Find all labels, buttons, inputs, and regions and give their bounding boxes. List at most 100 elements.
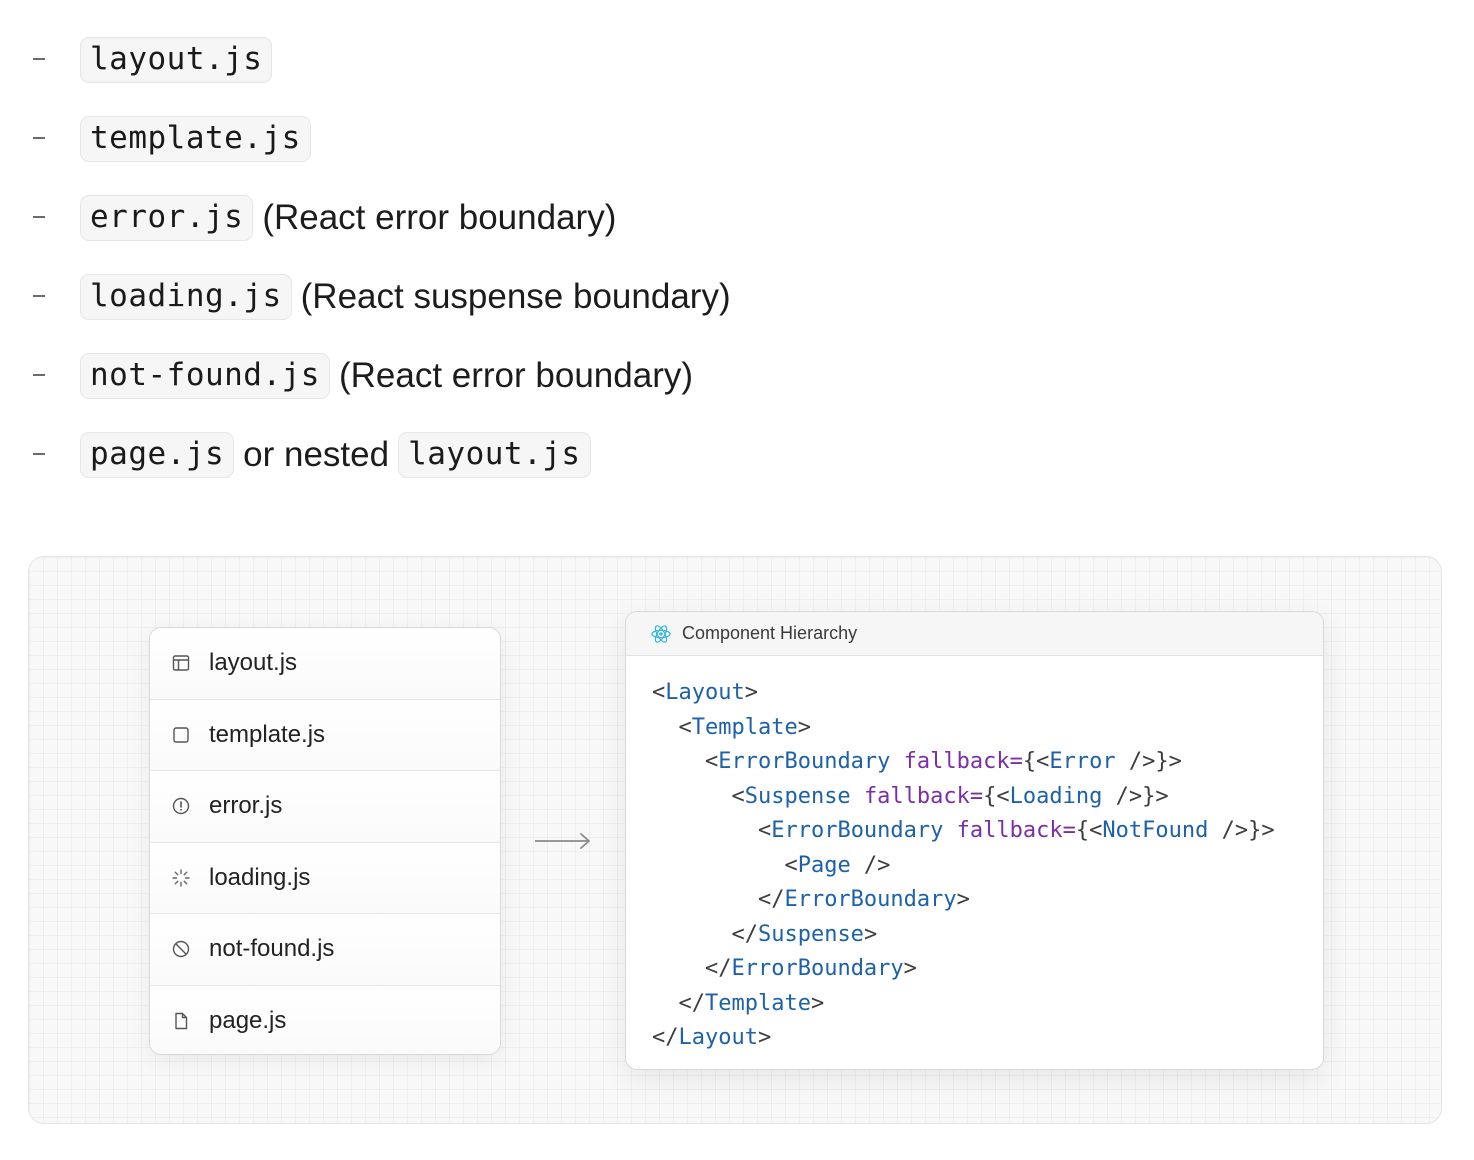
component-name: NotFound: [1102, 818, 1209, 843]
code-punctuation: <: [652, 714, 692, 740]
hierarchy-title: Component Hierarchy: [682, 623, 858, 643]
bullet-dash: [33, 453, 45, 455]
bullet-content: not-found.js (React error boundary): [80, 351, 693, 401]
component-name: Page: [797, 852, 851, 878]
code-line: </Layout>: [652, 1021, 1275, 1056]
bullet-content: template.js: [80, 114, 311, 164]
file-row-page-js: page.js: [150, 985, 500, 1054]
code-punctuation: </: [652, 990, 705, 1016]
code-line: </Suspense>: [652, 918, 1275, 953]
file-name: loading.js: [209, 863, 311, 891]
code-punctuation: </: [652, 887, 785, 912]
code-punctuation: <: [652, 852, 798, 878]
code-line: <Suspense fallback={<Loading />}>: [652, 780, 1275, 815]
component-name: Suspense: [744, 783, 851, 809]
bullet-text: (React error boundary): [262, 198, 617, 237]
inline-code: loading.js: [80, 274, 292, 320]
code-line: </ErrorBoundary>: [652, 952, 1275, 987]
code-punctuation: [943, 818, 956, 843]
attribute-name: fallback=: [903, 749, 1023, 774]
code-punctuation: {<: [983, 783, 1010, 809]
component-name: Loading: [1009, 783, 1103, 809]
bullet-content: layout.js: [80, 35, 273, 85]
bullet-text: (React suspense boundary): [300, 277, 731, 316]
bullet-content: page.js or nested layout.js: [80, 430, 591, 480]
component-hierarchy-card: Component Hierarchy <Layout> <Template> …: [625, 611, 1324, 1070]
ban-icon: [170, 938, 192, 960]
component-name: ErrorBoundary: [731, 956, 904, 981]
code-line: <Layout>: [652, 676, 1275, 711]
component-name: ErrorBoundary: [784, 887, 957, 912]
code-line: <ErrorBoundary fallback={<NotFound />}>: [652, 814, 1275, 849]
code-punctuation: {<: [1022, 749, 1050, 774]
code-punctuation: />}>: [1102, 783, 1169, 809]
bullet-dash: [33, 374, 45, 376]
alert-circle-icon: [170, 795, 192, 817]
code-punctuation: >: [903, 956, 917, 981]
inline-code: layout.js: [80, 37, 273, 83]
spinner-icon: [170, 867, 192, 889]
file-name: page.js: [209, 1007, 287, 1035]
code-punctuation: />: [850, 852, 891, 878]
inline-code: template.js: [80, 116, 311, 162]
component-hierarchy-figure: layout.js template.js error.js loading.js no…: [28, 556, 1442, 1124]
inline-code: error.js: [80, 195, 254, 241]
hierarchy-code: <Layout> <Template> <ErrorBoundary fallb…: [652, 676, 1275, 1056]
code-punctuation: <: [652, 749, 719, 774]
attribute-name: fallback=: [863, 783, 984, 809]
code-punctuation: >: [863, 921, 878, 947]
bullet-text: or nested: [243, 435, 390, 474]
right-arrow-icon: [535, 833, 590, 849]
code-punctuation: <: [652, 783, 745, 809]
component-name: Error: [1049, 749, 1116, 774]
component-name: Layout: [665, 680, 745, 705]
code-punctuation: [890, 749, 903, 774]
code-punctuation: [851, 784, 864, 809]
component-name: ErrorBoundary: [718, 749, 891, 774]
file-icon: [170, 1010, 192, 1032]
inline-code: layout.js: [398, 432, 591, 478]
document-page: layout.js template.js error.js (React error…: [0, 0, 1474, 1160]
code-line: </Template>: [652, 987, 1275, 1022]
code-line: </ErrorBoundary>: [652, 883, 1275, 918]
file-row-error-js: error.js: [150, 771, 500, 843]
code-line: <Template>: [652, 711, 1275, 746]
component-name: Template: [704, 990, 811, 1016]
component-name: Layout: [678, 1025, 758, 1050]
inline-code: not-found.js: [80, 353, 330, 399]
bullet-dash: [33, 137, 45, 139]
code-punctuation: <: [652, 680, 666, 705]
file-row-template-js: template.js: [150, 699, 500, 771]
bullet-dash: [33, 295, 45, 297]
code-punctuation: >: [797, 714, 811, 740]
layout-icon: [170, 652, 192, 674]
code-line: <ErrorBoundary fallback={<Error />}>: [652, 745, 1275, 780]
bullet-dash: [33, 58, 45, 60]
code-punctuation: <: [652, 818, 772, 843]
code-punctuation: </: [652, 956, 732, 981]
bullet-content: loading.js (React suspense boundary): [80, 272, 731, 322]
code-punctuation: </: [652, 921, 758, 947]
code-punctuation: />}>: [1115, 749, 1182, 774]
code-line: <Page />: [652, 849, 1275, 884]
code-punctuation: >: [956, 887, 970, 912]
file-list-card: layout.js template.js error.js loading.js no…: [149, 627, 501, 1055]
hierarchy-header: Component Hierarchy: [626, 612, 1323, 656]
inline-code: page.js: [80, 432, 235, 478]
file-name: not-found.js: [209, 935, 335, 963]
component-name: Suspense: [757, 921, 864, 947]
code-punctuation: {<: [1075, 818, 1103, 843]
code-punctuation: >: [757, 1025, 772, 1050]
file-name: layout.js: [209, 649, 298, 677]
code-punctuation: </: [652, 1025, 679, 1050]
bullet-text: (React error boundary): [338, 356, 694, 395]
file-name: error.js: [209, 792, 283, 820]
file-row-layout-js: layout.js: [150, 628, 500, 700]
file-row-not-found-js: not-found.js: [150, 914, 500, 986]
square-icon: [170, 724, 192, 746]
react-icon: [650, 623, 672, 645]
code-punctuation: >: [810, 990, 825, 1016]
file-row-loading-js: loading.js: [150, 842, 500, 914]
bullet-content: error.js (React error boundary): [80, 193, 616, 243]
attribute-name: fallback=: [956, 818, 1076, 843]
